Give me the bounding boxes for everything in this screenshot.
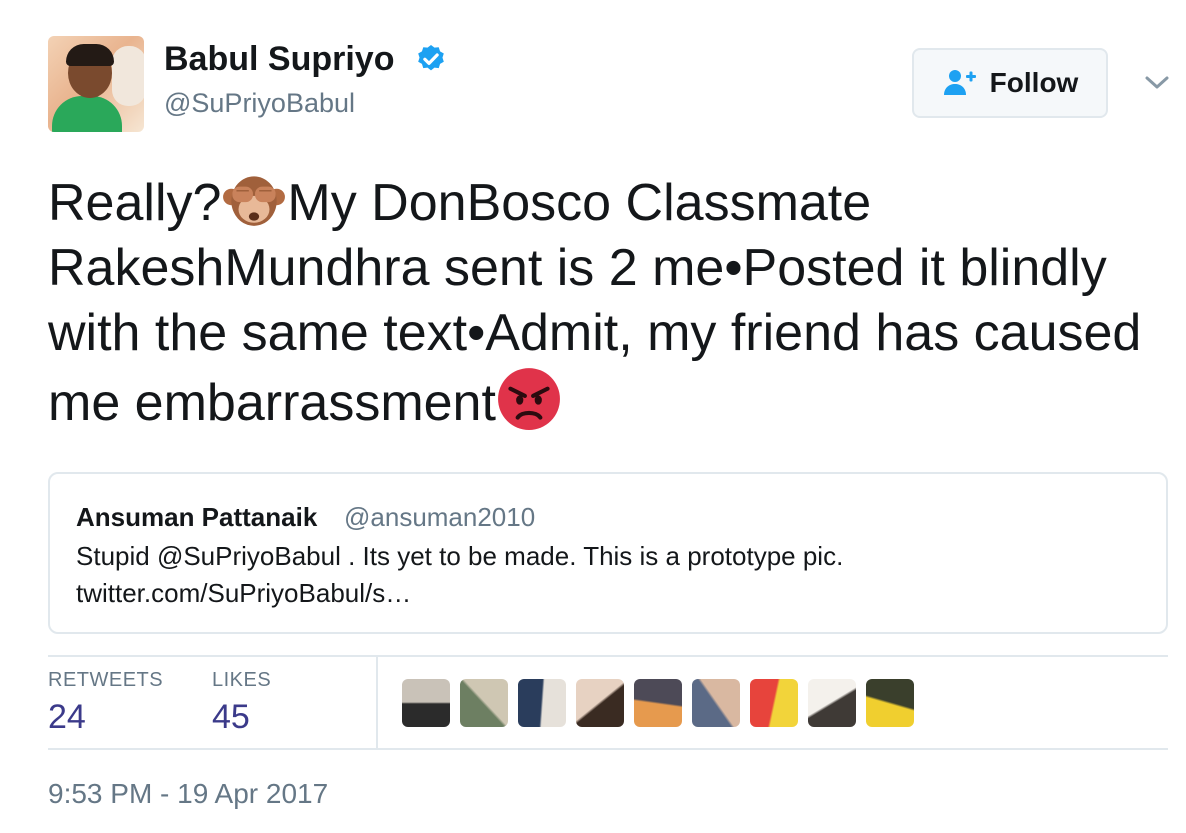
- chevron-down-icon[interactable]: [1143, 68, 1171, 96]
- retweets-label: RETWEETS: [48, 669, 164, 691]
- stats-divider-vertical: [376, 657, 378, 748]
- author-name[interactable]: Babul Supriyo: [164, 40, 394, 79]
- add-person-icon: [943, 70, 976, 95]
- tweet-text-part1: Really?: [48, 174, 222, 232]
- liker-avatar-2[interactable]: [460, 679, 508, 727]
- avatar-hair: [66, 44, 114, 66]
- follow-button[interactable]: Follow: [912, 48, 1108, 118]
- quoted-tweet-text: Stupid @SuPriyoBabul . Its yet to be mad…: [76, 541, 844, 571]
- liker-avatar-3[interactable]: [518, 679, 566, 727]
- avatar-shirt: [52, 96, 122, 132]
- quoted-tweet-link[interactable]: twitter.com/SuPriyoBabul/s…: [76, 578, 411, 609]
- author-avatar[interactable]: [48, 36, 144, 132]
- liker-avatar-8[interactable]: [808, 679, 856, 727]
- tweet-text: Really? My DonBosco Classmate RakeshMund…: [48, 166, 1148, 436]
- quoted-tweet-card[interactable]: Ansuman Pattanaik @ansuman2010 Stupid @S…: [48, 472, 1168, 634]
- see-no-evil-monkey-icon: [223, 176, 286, 226]
- stats-divider-bottom: [48, 748, 1168, 750]
- verified-badge-icon: [418, 45, 444, 71]
- tweet-timestamp[interactable]: 9:53 PM - 19 Apr 2017: [48, 778, 328, 810]
- avatar-background-person: [112, 46, 144, 106]
- follow-button-label: Follow: [989, 67, 1079, 98]
- quoted-author-handle: @ansuman2010: [344, 502, 536, 532]
- liker-avatar-9[interactable]: [866, 679, 914, 727]
- liker-avatar-6[interactable]: [692, 679, 740, 727]
- author-handle[interactable]: @SuPriyoBabul: [164, 88, 355, 119]
- quoted-author-name: Ansuman Pattanaik: [76, 502, 318, 532]
- liker-avatar-7[interactable]: [750, 679, 798, 727]
- stats-divider-top: [48, 655, 1168, 657]
- liker-avatar-5[interactable]: [634, 679, 682, 727]
- liker-avatar-4[interactable]: [576, 679, 624, 727]
- retweets-count[interactable]: 24: [48, 698, 86, 737]
- angry-face-icon: [497, 368, 560, 430]
- likes-label: LIKES: [212, 669, 272, 691]
- likes-count[interactable]: 45: [212, 698, 250, 737]
- liker-avatar-1[interactable]: [402, 679, 450, 727]
- likers-avatar-row: [402, 679, 914, 727]
